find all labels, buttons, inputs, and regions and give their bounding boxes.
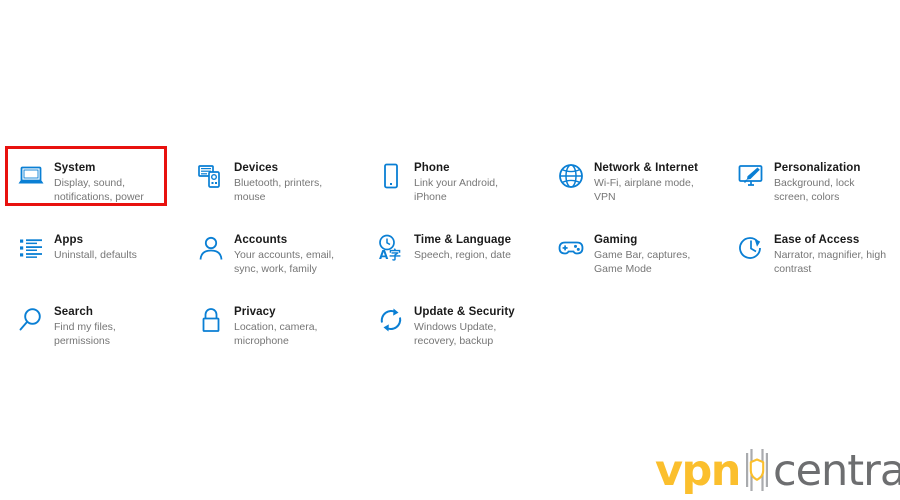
settings-tile-subtitle: Wi-Fi, airplane mode, VPN [594, 177, 694, 203]
settings-tile-subtitle: Bluetooth, printers, mouse [234, 177, 323, 203]
settings-tile-text: Personalization Background, lock screen, … [774, 160, 890, 204]
svg-text:A: A [379, 248, 389, 262]
settings-tile-apps[interactable]: Apps Uninstall, defaults [0, 218, 180, 290]
settings-tile-text: Time & Language Speech, region, date [414, 232, 511, 263]
person-icon [194, 233, 228, 267]
settings-tile-personalization[interactable]: Personalization Background, lock screen, … [720, 146, 900, 218]
settings-row: System Display, sound, notifications, pow… [0, 146, 900, 218]
settings-tile-title: Privacy [234, 306, 276, 318]
settings-tile-title: Time & Language [414, 234, 512, 246]
settings-tile-text: Accounts Your accounts, email, sync, work… [234, 232, 350, 276]
settings-tile-devices[interactable]: Devices Bluetooth, printers, mouse [180, 146, 360, 218]
settings-tile-title: Gaming [594, 234, 638, 246]
settings-tile-text: Network & Internet Wi-Fi, airplane mode, … [594, 160, 710, 204]
refresh-icon [374, 305, 408, 339]
settings-tile-text: Search Find my files, permissions [54, 304, 170, 348]
settings-tile-subtitle: Location, camera, microphone [234, 321, 318, 347]
settings-tile-title: Search [54, 306, 93, 318]
settings-tile-ease-of-access[interactable]: Ease of Access Narrator, magnifier, high … [720, 218, 900, 290]
settings-tile-text: Devices Bluetooth, printers, mouse [234, 160, 350, 204]
settings-tile-text: Gaming Game Bar, captures, Game Mode [594, 232, 710, 276]
settings-tile-text: Update & Security Windows Update, recover… [414, 304, 530, 348]
svg-text:字: 字 [389, 247, 401, 262]
settings-tile-title: Phone [414, 162, 450, 174]
settings-tile-subtitle: Uninstall, defaults [54, 249, 137, 261]
accessibility-clock-icon [734, 233, 768, 267]
lock-icon [194, 305, 228, 339]
settings-tile-text: Phone Link your Android, iPhone [414, 160, 530, 204]
settings-tile-title: Ease of Access [774, 234, 860, 246]
phone-icon [374, 161, 408, 195]
settings-tile-gaming[interactable]: Gaming Game Bar, captures, Game Mode [540, 218, 720, 290]
vpncentral-watermark: vpn central [655, 448, 900, 494]
settings-tile-network-internet[interactable]: Network & Internet Wi-Fi, airplane mode, … [540, 146, 720, 218]
settings-tile-subtitle: Link your Android, iPhone [414, 177, 499, 203]
settings-tile-subtitle: Find my files, permissions [54, 321, 116, 347]
settings-tile-text: Privacy Location, camera, microphone [234, 304, 350, 348]
settings-tile-subtitle: Narrator, magnifier, high contrast [774, 249, 887, 275]
paintbrush-monitor-icon [734, 161, 768, 195]
laptop-icon [14, 161, 48, 195]
gamepad-icon [554, 233, 588, 267]
settings-tile-system[interactable]: System Display, sound, notifications, pow… [0, 146, 180, 218]
settings-tile-subtitle: Display, sound, notifications, power [54, 177, 144, 203]
globe-icon [554, 161, 588, 195]
settings-tile-subtitle: Speech, region, date [414, 249, 511, 261]
settings-tile-phone[interactable]: Phone Link your Android, iPhone [360, 146, 540, 218]
settings-tile-text: Ease of Access Narrator, magnifier, high … [774, 232, 890, 276]
settings-tile-title: Devices [234, 162, 279, 174]
settings-category-grid: System Display, sound, notifications, pow… [0, 146, 900, 362]
settings-tile-title: Network & Internet [594, 162, 699, 174]
settings-tile-subtitle: Your accounts, email, sync, work, family [234, 249, 335, 275]
clock-language-icon: A 字 [374, 233, 408, 267]
settings-tile-search[interactable]: Search Find my files, permissions [0, 290, 180, 362]
devices-icon [194, 161, 228, 195]
settings-tile-subtitle: Game Bar, captures, Game Mode [594, 249, 691, 275]
settings-row: Search Find my files, permissions Privacy… [0, 290, 900, 362]
settings-tile-subtitle: Background, lock screen, colors [774, 177, 855, 203]
search-icon [14, 305, 48, 339]
list-icon [14, 233, 48, 267]
settings-tile-text: System Display, sound, notifications, pow… [54, 160, 170, 204]
shield-bars-icon [744, 449, 770, 493]
settings-tile-title: System [54, 162, 96, 174]
settings-tile-title: Personalization [774, 162, 861, 174]
settings-tile-title: Accounts [234, 234, 288, 246]
settings-tile-title: Apps [54, 234, 84, 246]
settings-tile-update-security[interactable]: Update & Security Windows Update, recover… [360, 290, 540, 362]
settings-tile-accounts[interactable]: Accounts Your accounts, email, sync, work… [180, 218, 360, 290]
settings-tile-privacy[interactable]: Privacy Location, camera, microphone [180, 290, 360, 362]
settings-tile-text: Apps Uninstall, defaults [54, 232, 137, 263]
settings-tile-subtitle: Windows Update, recovery, backup [414, 321, 497, 347]
settings-tile-time-language[interactable]: A 字 Time & Language Speech, region, date [360, 218, 540, 290]
settings-tile-title: Update & Security [414, 306, 515, 318]
watermark-primary-text: vpn [655, 445, 741, 496]
watermark-secondary-text: central [772, 445, 900, 496]
settings-row: Apps Uninstall, defaults Accounts Your acc… [0, 218, 900, 290]
